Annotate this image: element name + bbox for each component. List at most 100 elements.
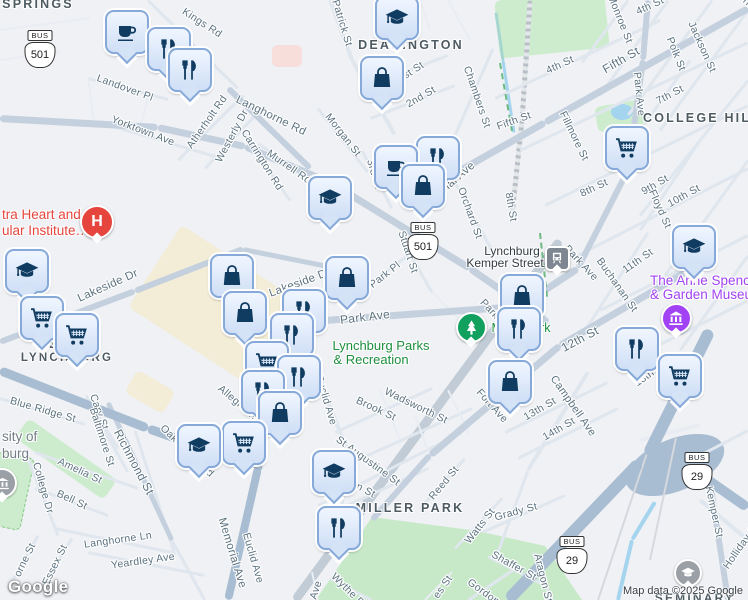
marker-pointer bbox=[371, 88, 393, 111]
route-shield: BUS 501 bbox=[407, 222, 439, 260]
area-label: MILLER PARK bbox=[355, 501, 465, 515]
marker-pointer bbox=[616, 158, 638, 181]
poi-badge-hospital[interactable]: H bbox=[80, 205, 114, 244]
poi-marker[interactable] bbox=[177, 424, 221, 479]
poi-marker[interactable] bbox=[168, 48, 212, 103]
poi-marker[interactable] bbox=[325, 256, 369, 311]
poi-marker[interactable] bbox=[222, 421, 266, 476]
street-label: 2nd St bbox=[404, 83, 438, 111]
poi-marker[interactable] bbox=[615, 327, 659, 382]
poi-badge-tree[interactable] bbox=[455, 311, 487, 348]
graduation-cap-icon bbox=[681, 567, 695, 577]
graduation-cap-icon bbox=[385, 9, 409, 24]
poi-label[interactable]: & Recreation bbox=[333, 352, 408, 368]
poi-marker[interactable] bbox=[105, 10, 149, 65]
shopping-bag-icon bbox=[236, 302, 254, 322]
restaurant-icon bbox=[182, 60, 196, 80]
marker-pointer bbox=[179, 80, 201, 103]
cafe-icon bbox=[118, 26, 137, 41]
poi-marker[interactable] bbox=[360, 56, 404, 111]
poi-marker[interactable] bbox=[308, 176, 352, 231]
road bbox=[447, 0, 471, 41]
shield-banner: BUS bbox=[27, 30, 53, 41]
google-logo[interactable]: Google bbox=[8, 577, 68, 597]
shopping-bag-icon bbox=[513, 285, 531, 305]
area-label: SPRINGS bbox=[2, 0, 74, 11]
shopping-bag-icon bbox=[271, 402, 289, 422]
shopping-bag-icon bbox=[414, 175, 432, 195]
graduation-cap-icon bbox=[15, 262, 39, 277]
poi-label[interactable]: burg bbox=[2, 446, 29, 462]
graduation-cap-icon bbox=[318, 189, 342, 204]
poi-marker[interactable] bbox=[488, 360, 532, 415]
street-label: 8th St bbox=[502, 191, 520, 223]
shopping-cart-icon bbox=[31, 308, 52, 328]
shopping-bag-icon bbox=[501, 371, 519, 391]
route-shield: BUS 501 bbox=[24, 30, 56, 68]
shopping-cart-icon bbox=[616, 138, 637, 158]
poi-badge-station[interactable] bbox=[544, 245, 570, 276]
museum-icon bbox=[669, 311, 683, 325]
poi-marker[interactable] bbox=[312, 450, 356, 505]
poi-marker[interactable] bbox=[658, 354, 702, 409]
poi-marker[interactable] bbox=[672, 225, 716, 280]
poi-label[interactable]: sity of bbox=[2, 429, 37, 445]
marker-pointer bbox=[508, 339, 530, 362]
route-shield: BUS 29 bbox=[556, 536, 588, 574]
tree-icon bbox=[466, 319, 476, 335]
graduation-cap-icon bbox=[322, 463, 346, 478]
route-shield: BUS 29 bbox=[681, 452, 713, 490]
poi-marker[interactable] bbox=[605, 126, 649, 181]
shopping-cart-icon bbox=[66, 325, 87, 345]
street-label: Chambers St bbox=[460, 64, 494, 130]
poi-label[interactable]: tra Heart and bbox=[2, 207, 81, 223]
road bbox=[419, 0, 431, 31]
poi-marker[interactable] bbox=[401, 164, 445, 219]
street-label: 4th St bbox=[544, 53, 576, 77]
shield-number: 29 bbox=[681, 464, 713, 490]
poi-label[interactable]: & Garden Museum bbox=[650, 287, 748, 303]
poi-badge-education-gray[interactable] bbox=[674, 559, 702, 592]
shield-number: 501 bbox=[407, 234, 439, 260]
street-label: orne St bbox=[11, 541, 39, 579]
marker-pointer bbox=[319, 208, 341, 231]
street-label: 12th St bbox=[558, 323, 602, 355]
land-area bbox=[124, 369, 176, 415]
poi-marker[interactable] bbox=[375, 0, 419, 51]
map-canvas[interactable]: Landover Pl Yorktown Ave Kings Rd Langhorne… bbox=[0, 0, 748, 600]
street-label: Park Pl bbox=[367, 259, 403, 291]
poi-marker[interactable] bbox=[497, 307, 541, 362]
marker-pointer bbox=[412, 196, 434, 219]
restaurant-icon bbox=[511, 319, 525, 339]
restaurant-icon bbox=[629, 339, 643, 359]
shopping-cart-icon bbox=[669, 366, 690, 386]
street-label: Reed St bbox=[426, 463, 462, 503]
area-label: COLLEGE HILL bbox=[642, 111, 748, 125]
graduation-cap-icon bbox=[187, 437, 211, 452]
shopping-bag-icon bbox=[338, 267, 356, 287]
street-label: Morgan St bbox=[322, 111, 364, 159]
marker-pointer bbox=[269, 423, 291, 446]
poi-marker[interactable] bbox=[55, 313, 99, 368]
poi-label[interactable]: Kemper Street bbox=[466, 256, 543, 271]
restaurant-icon bbox=[291, 367, 305, 387]
poi-marker[interactable] bbox=[317, 506, 361, 561]
marker-pointer bbox=[116, 42, 138, 65]
waterway bbox=[630, 500, 657, 542]
street-label: Bell St bbox=[54, 487, 90, 513]
train-icon bbox=[552, 252, 562, 264]
badge-pointer bbox=[465, 335, 477, 348]
street-label: Landover Pl bbox=[95, 72, 155, 104]
poi-marker[interactable] bbox=[5, 249, 49, 304]
hospital-icon: H bbox=[91, 213, 103, 230]
poi-label[interactable]: ular Institute… bbox=[2, 223, 89, 239]
shield-number: 29 bbox=[556, 548, 588, 574]
poi-badge-museum[interactable] bbox=[660, 302, 692, 339]
shield-number: 501 bbox=[24, 42, 56, 68]
shield-banner: BUS bbox=[684, 452, 710, 463]
marker-pointer bbox=[336, 288, 358, 311]
poi-marker[interactable] bbox=[223, 291, 267, 346]
road bbox=[0, 17, 91, 31]
street-label: Patrick St bbox=[329, 0, 355, 48]
graduation-cap-icon bbox=[682, 238, 706, 253]
